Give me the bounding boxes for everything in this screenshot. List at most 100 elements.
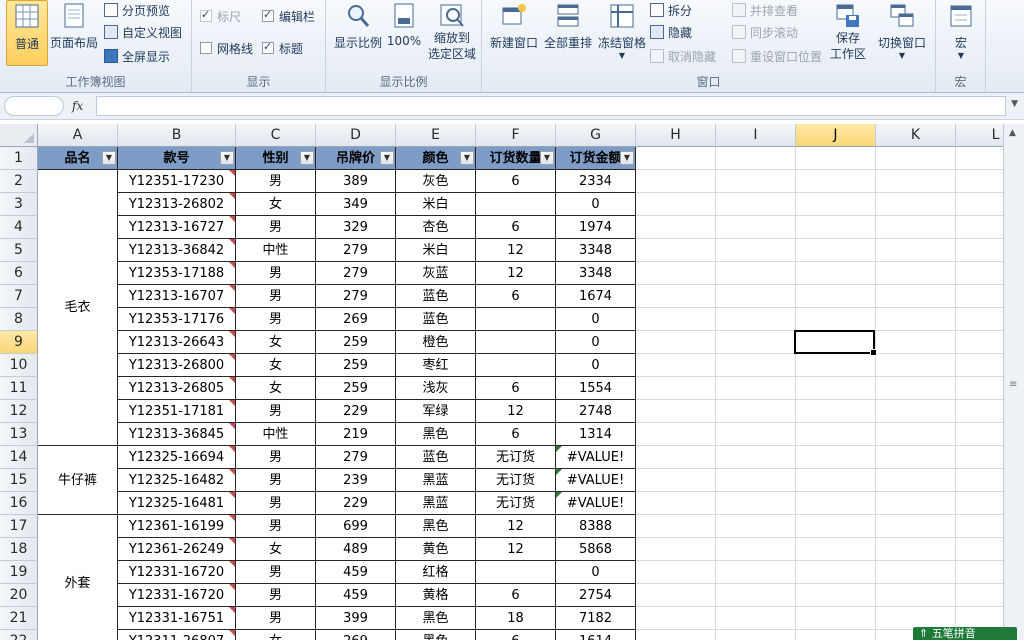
empty-cell[interactable] bbox=[716, 469, 796, 492]
table-cell[interactable]: Y12313-16707 bbox=[118, 285, 236, 308]
table-header-cell[interactable]: 款号 ▼ bbox=[118, 147, 236, 170]
page-layout-button[interactable]: 页面布局 bbox=[50, 0, 98, 66]
empty-cell[interactable] bbox=[956, 377, 1003, 400]
row-header-6[interactable]: 6 bbox=[0, 262, 38, 285]
table-cell[interactable]: 0 bbox=[556, 561, 636, 584]
table-cell[interactable]: 女 bbox=[236, 377, 316, 400]
empty-cell[interactable] bbox=[636, 561, 716, 584]
table-cell[interactable]: 黄色 bbox=[396, 538, 476, 561]
empty-cell[interactable] bbox=[956, 308, 1003, 331]
table-cell[interactable]: #VALUE! bbox=[556, 492, 636, 515]
table-cell[interactable]: 浅灰 bbox=[396, 377, 476, 400]
row-header-18[interactable]: 18 bbox=[0, 538, 38, 561]
column-header-l[interactable]: L bbox=[956, 124, 1003, 147]
table-cell[interactable]: 329 bbox=[316, 216, 396, 239]
empty-cell[interactable] bbox=[716, 423, 796, 446]
empty-cell[interactable] bbox=[796, 377, 876, 400]
empty-cell[interactable] bbox=[636, 538, 716, 561]
table-cell[interactable]: 18 bbox=[476, 607, 556, 630]
table-cell[interactable]: #VALUE! bbox=[556, 446, 636, 469]
empty-cell[interactable] bbox=[716, 607, 796, 630]
empty-cell[interactable] bbox=[716, 630, 796, 640]
empty-cell[interactable] bbox=[876, 561, 956, 584]
empty-cell[interactable] bbox=[876, 285, 956, 308]
table-cell[interactable]: 无订货 bbox=[476, 492, 556, 515]
table-cell[interactable]: 699 bbox=[316, 515, 396, 538]
table-cell[interactable]: 中性 bbox=[236, 423, 316, 446]
ime-status-bar[interactable]: ⇑ 五笔拼音 bbox=[913, 627, 1017, 640]
table-cell[interactable]: 米白 bbox=[396, 193, 476, 216]
active-cell-J9[interactable] bbox=[794, 330, 877, 356]
table-cell[interactable]: 8388 bbox=[556, 515, 636, 538]
table-cell[interactable]: 男 bbox=[236, 607, 316, 630]
row-header-5[interactable]: 5 bbox=[0, 239, 38, 262]
empty-cell[interactable] bbox=[876, 400, 956, 423]
empty-cell[interactable] bbox=[876, 515, 956, 538]
error-indicator-icon[interactable] bbox=[556, 492, 562, 498]
table-cell[interactable]: 279 bbox=[316, 262, 396, 285]
split-handle-icon[interactable]: ≡ bbox=[1009, 379, 1017, 390]
table-cell[interactable] bbox=[476, 308, 556, 331]
table-cell[interactable]: 229 bbox=[316, 400, 396, 423]
table-cell[interactable]: 7182 bbox=[556, 607, 636, 630]
table-cell[interactable]: 灰色 bbox=[396, 170, 476, 193]
table-cell[interactable] bbox=[476, 193, 556, 216]
table-cell[interactable]: 橙色 bbox=[396, 331, 476, 354]
column-header-f[interactable]: F bbox=[476, 124, 556, 147]
table-cell[interactable]: 12 bbox=[476, 400, 556, 423]
empty-cell[interactable] bbox=[716, 170, 796, 193]
row-header-11[interactable]: 11 bbox=[0, 377, 38, 400]
table-header-cell[interactable]: 性别 ▼ bbox=[236, 147, 316, 170]
row-header-13[interactable]: 13 bbox=[0, 423, 38, 446]
empty-cell[interactable] bbox=[876, 423, 956, 446]
empty-cell[interactable] bbox=[876, 354, 956, 377]
table-cell[interactable]: 黑色 bbox=[396, 630, 476, 640]
empty-cell[interactable] bbox=[796, 492, 876, 515]
row-header-15[interactable]: 15 bbox=[0, 469, 38, 492]
empty-cell[interactable] bbox=[716, 239, 796, 262]
empty-cell[interactable] bbox=[956, 216, 1003, 239]
empty-cell[interactable] bbox=[636, 630, 716, 640]
headings-checkbox[interactable]: 标题 bbox=[262, 38, 303, 58]
empty-cell[interactable] bbox=[796, 607, 876, 630]
table-cell[interactable]: 男 bbox=[236, 584, 316, 607]
filter-dropdown-icon[interactable]: ▼ bbox=[300, 151, 314, 165]
table-cell[interactable]: 3348 bbox=[556, 239, 636, 262]
empty-cell[interactable] bbox=[716, 354, 796, 377]
row-header-12[interactable]: 12 bbox=[0, 400, 38, 423]
table-cell[interactable]: 男 bbox=[236, 515, 316, 538]
table-cell[interactable]: 黑色 bbox=[396, 423, 476, 446]
row-header-9[interactable]: 9 bbox=[0, 331, 38, 354]
row-header-1[interactable]: 1 bbox=[0, 147, 38, 170]
row-header-19[interactable]: 19 bbox=[0, 561, 38, 584]
table-cell[interactable]: Y12313-26800 bbox=[118, 354, 236, 377]
table-cell[interactable]: 男 bbox=[236, 308, 316, 331]
table-header-cell[interactable]: 订货数量 ▼ bbox=[476, 147, 556, 170]
table-cell[interactable]: 1974 bbox=[556, 216, 636, 239]
column-header-e[interactable]: E bbox=[396, 124, 476, 147]
table-cell[interactable]: 12 bbox=[476, 515, 556, 538]
column-header-c[interactable]: C bbox=[236, 124, 316, 147]
table-cell[interactable]: 女 bbox=[236, 630, 316, 640]
table-cell[interactable]: 6 bbox=[476, 170, 556, 193]
table-cell[interactable]: Y12313-26802 bbox=[118, 193, 236, 216]
table-cell[interactable]: 女 bbox=[236, 538, 316, 561]
full-screen-button[interactable]: 全屏显示 bbox=[104, 46, 170, 66]
empty-cell[interactable] bbox=[876, 446, 956, 469]
table-header-cell[interactable]: 颜色 ▼ bbox=[396, 147, 476, 170]
row-header-2[interactable]: 2 bbox=[0, 170, 38, 193]
empty-cell[interactable] bbox=[716, 377, 796, 400]
hide-button[interactable]: 隐藏 bbox=[650, 22, 692, 42]
empty-cell[interactable] bbox=[636, 331, 716, 354]
table-cell[interactable]: 349 bbox=[316, 193, 396, 216]
table-cell[interactable]: 男 bbox=[236, 492, 316, 515]
table-cell[interactable]: Y12313-16727 bbox=[118, 216, 236, 239]
table-cell[interactable]: 军绿 bbox=[396, 400, 476, 423]
table-cell[interactable]: 12 bbox=[476, 538, 556, 561]
row-header-14[interactable]: 14 bbox=[0, 446, 38, 469]
table-cell[interactable]: 米白 bbox=[396, 239, 476, 262]
table-cell[interactable]: 6 bbox=[476, 377, 556, 400]
empty-cell[interactable] bbox=[636, 377, 716, 400]
table-cell[interactable]: 269 bbox=[316, 630, 396, 640]
empty-cell[interactable] bbox=[956, 285, 1003, 308]
